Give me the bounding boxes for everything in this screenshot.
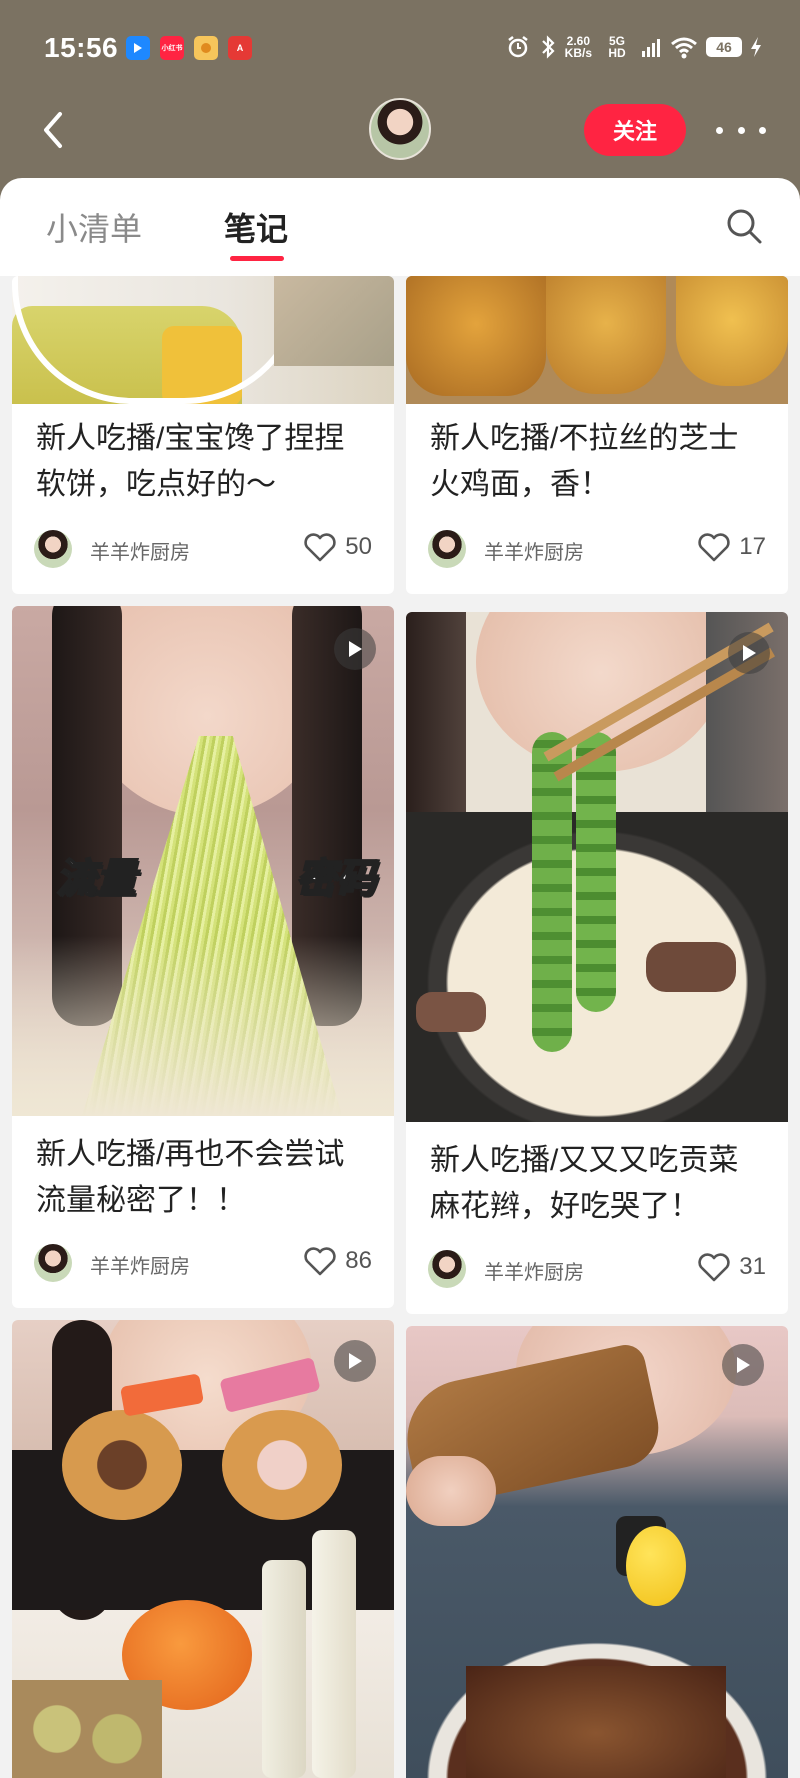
note-cover-image[interactable]: 流量 密码 [12, 606, 394, 1116]
video-play-icon [728, 632, 770, 674]
author-name[interactable]: 羊羊炸厨房 [90, 1250, 190, 1279]
note-title[interactable]: 新人吃播/宝宝馋了捏捏软饼，吃点好的～ [36, 416, 374, 508]
battery-indicator: 46 [706, 37, 742, 57]
note-title[interactable]: 新人吃播/不拉丝的芝士火鸡面，香！ [430, 416, 768, 508]
like-button[interactable]: 17 [697, 532, 766, 562]
tab-notes[interactable]: 笔记 [224, 204, 288, 250]
signal-icon [642, 39, 660, 57]
like-button[interactable]: 31 [697, 1252, 766, 1282]
note-cover-image[interactable] [406, 1326, 788, 1778]
search-icon[interactable] [724, 206, 764, 246]
note-meta: 羊羊炸厨房 17 [428, 528, 766, 570]
note-card[interactable]: 新人吃播/又又又吃贡菜麻花辫，好吃哭了！ 羊羊炸厨房 31 [406, 612, 788, 1314]
nav-bar: 关注 [0, 98, 800, 162]
wifi-icon [671, 37, 697, 59]
heart-icon [304, 1247, 336, 1276]
alarm-icon [507, 36, 528, 58]
system-status: 2.60 KB/s 5G HD 46 [505, 34, 762, 60]
signal-label: 5G HD [608, 34, 626, 60]
cover-overlay-text: 密码 [295, 856, 377, 902]
author-avatar[interactable] [428, 1250, 466, 1288]
tab-list[interactable]: 小清单 [46, 204, 142, 250]
notification-icons: 小红书 A [126, 36, 252, 60]
charging-icon [751, 37, 761, 57]
like-count: 17 [739, 533, 766, 560]
cover-overlay-text: 流量 [55, 856, 137, 902]
note-card[interactable] [406, 1326, 788, 1778]
xiaohongshu-notification-icon: 小红书 [160, 36, 184, 60]
back-icon[interactable] [36, 108, 76, 152]
note-title[interactable]: 新人吃播/再也不会尝试流量秘密了！！ [36, 1132, 374, 1224]
note-meta: 羊羊炸厨房 31 [428, 1248, 766, 1290]
note-cover-image[interactable] [12, 276, 394, 404]
profile-avatar[interactable] [369, 98, 431, 160]
tab-bar: 小清单 笔记 [0, 178, 800, 276]
video-play-icon [334, 1340, 376, 1382]
note-meta: 羊羊炸厨房 86 [34, 1242, 372, 1284]
bluetooth-icon [541, 35, 555, 59]
author-avatar[interactable] [34, 1244, 72, 1282]
status-bar: 15:56 小红书 A 2.60 KB/s 5G HD 46 [0, 28, 800, 72]
note-meta: 羊羊炸厨房 50 [34, 528, 372, 570]
heart-icon [304, 533, 336, 562]
like-count: 50 [345, 533, 372, 560]
note-card[interactable] [12, 1320, 394, 1778]
like-count: 86 [345, 1247, 372, 1274]
network-speed: 2.60 KB/s [564, 34, 592, 60]
heart-icon [698, 533, 730, 562]
video-play-icon [334, 628, 376, 670]
author-name[interactable]: 羊羊炸厨房 [90, 536, 190, 565]
like-button[interactable]: 50 [303, 532, 372, 562]
author-name[interactable]: 羊羊炸厨房 [484, 536, 584, 565]
video-play-icon [722, 1344, 764, 1386]
note-cover-image[interactable] [406, 276, 788, 404]
like-button[interactable]: 86 [303, 1246, 372, 1276]
follow-button[interactable]: 关注 [584, 104, 686, 156]
author-avatar[interactable] [34, 530, 72, 568]
like-count: 31 [739, 1253, 766, 1280]
note-card[interactable]: 新人吃播/不拉丝的芝士火鸡面，香！ 羊羊炸厨房 17 [406, 276, 788, 594]
alert-notification-icon: A [228, 36, 252, 60]
status-time: 15:56 [44, 32, 119, 63]
note-title[interactable]: 新人吃播/又又又吃贡菜麻花辫，好吃哭了！ [430, 1138, 768, 1230]
note-card[interactable]: 流量 密码 新人吃播/再也不会尝试流量秘密了！！ 羊羊炸厨房 86 [12, 606, 394, 1308]
author-avatar[interactable] [428, 530, 466, 568]
note-card[interactable]: 新人吃播/宝宝馋了捏捏软饼，吃点好的～ 羊羊炸厨房 50 [12, 276, 394, 594]
active-tab-indicator [230, 256, 284, 261]
author-name[interactable]: 羊羊炸厨房 [484, 1256, 584, 1285]
note-cover-image[interactable] [406, 612, 788, 1122]
app-notification-icon [126, 36, 150, 60]
more-options-icon[interactable] [716, 112, 766, 148]
heart-icon [698, 1253, 730, 1282]
shop-notification-icon [194, 36, 218, 60]
note-cover-image[interactable] [12, 1320, 394, 1778]
